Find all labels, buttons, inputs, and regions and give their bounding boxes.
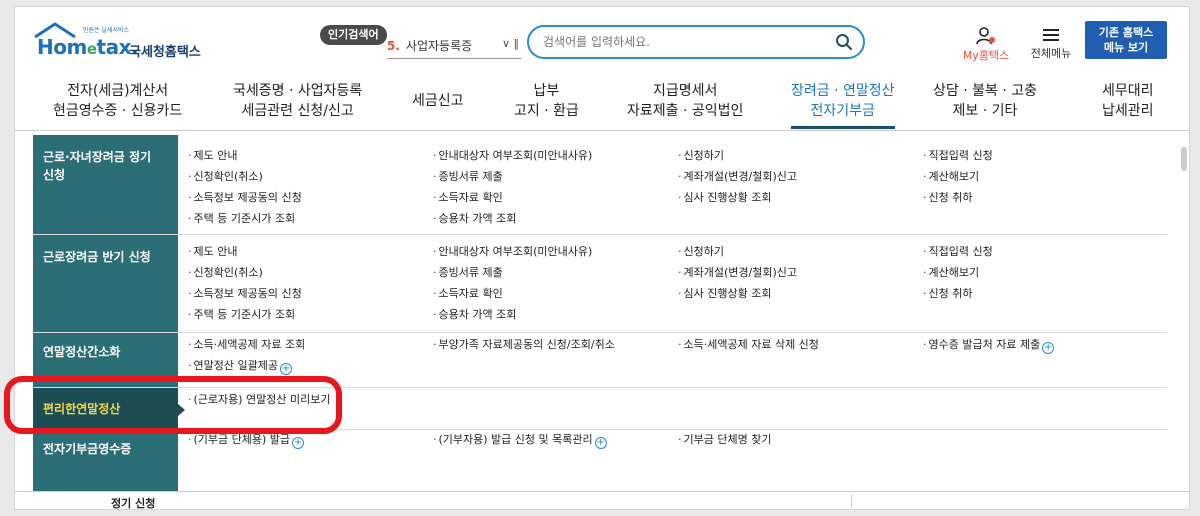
nav-item-payment-statement[interactable]: 지급명세서 자료제출 · 공익법인 (627, 81, 743, 121)
menu-link[interactable]: 제도 안내 (188, 242, 238, 262)
menu-link[interactable]: (기부자용) 발급 신청 및 목록관리+ (433, 430, 607, 450)
highlight-annotation (4, 376, 342, 434)
menu-link[interactable]: 계좌개설(변경/철회)신고 (678, 167, 798, 187)
row-cells: (기부금 단체용) 발급+ (기부자용) 발급 신청 및 목록관리+ 기부금 단… (178, 430, 1167, 492)
menu-link[interactable]: 신청확인(취소) (188, 167, 263, 187)
hometax-page: 민원은 날세서비스 Hometax. 국세청홈택스 인기검색어 5. 사업자등록증… (14, 6, 1190, 510)
all-menu-button[interactable]: 전체메뉴 (1025, 27, 1077, 61)
popular-search-badge: 인기검색어 (320, 25, 387, 45)
nav-item-incentive-year-end[interactable]: 장려금 · 연말정산 전자기부금 (791, 81, 895, 129)
row-heading[interactable]: 전자기부금영수증 (33, 430, 178, 492)
nav-item-e-invoice[interactable]: 전자(세금)계산서 현금영수증 · 신용카드 (53, 81, 182, 121)
nav-item-consultation[interactable]: 상담 · 불복 · 고충 제보 · 기타 (933, 81, 1037, 121)
my-hometax-button[interactable]: My홈택스 (959, 27, 1013, 63)
menu-link[interactable]: 계산해보기 (923, 167, 980, 187)
row-heading[interactable]: 근로·자녀장려금 정기 신청 (33, 135, 178, 234)
bottom-section-label: 정기 신청 (111, 497, 156, 510)
table-row: 근로장려금 반기 신청 제도 안내 신청확인(취소) 소득정보 제공동의 신청 … (33, 235, 1167, 333)
menu-link[interactable]: 직접입력 신청 (923, 242, 993, 262)
plus-circle-icon[interactable]: + (1042, 342, 1055, 354)
menu-link[interactable]: 소득자료 확인 (433, 284, 503, 304)
old-hometax-line1: 기존 홈택스 (1098, 26, 1154, 39)
menu-link[interactable]: 증빙서류 제출 (433, 167, 503, 187)
menu-link[interactable]: 직접입력 신청 (923, 146, 993, 166)
menu-link[interactable]: 계좌개설(변경/철회)신고 (678, 263, 798, 283)
my-hometax-label: My홈택스 (962, 49, 1010, 62)
rank-number: 5. (387, 39, 400, 53)
menu-link[interactable]: 소득·세액공제 자료 조회 (188, 335, 306, 355)
plus-circle-icon[interactable]: + (279, 363, 292, 375)
row-cells: 제도 안내 신청확인(취소) 소득정보 제공동의 신청 주택 등 기준시가 조회… (178, 235, 1167, 332)
submenu-table: 근로·자녀장려금 정기 신청 제도 안내 신청확인(취소) 소득정보 제공동의 … (33, 135, 1167, 492)
menu-link[interactable]: 증빙서류 제출 (433, 263, 503, 283)
scrollbar[interactable] (1181, 147, 1187, 171)
menu-link[interactable]: 주택 등 기준시가 조회 (188, 209, 296, 229)
bottom-bar: 정기 신청 (15, 491, 1189, 510)
menu-link[interactable]: 소득자료 확인 (433, 188, 503, 208)
menu-link[interactable]: 안내대상자 여부조회(미안내사유) (433, 242, 593, 262)
plus-circle-icon[interactable]: + (292, 437, 305, 449)
menu-link[interactable]: 기부금 단체명 찾기 (678, 430, 772, 450)
all-menu-label: 전체메뉴 (1030, 47, 1072, 60)
menu-link[interactable]: 신청하기 (678, 146, 724, 166)
main-nav: 전자(세금)계산서 현금영수증 · 신용카드 국세증명 · 사업자등록 세금관련 신… (15, 77, 1189, 131)
divider (851, 494, 852, 508)
logo-org-name: 국세청홈택스 (129, 45, 201, 60)
logo-tagline: 민원은 날세서비스 (83, 27, 130, 34)
nav-item-tax-agent[interactable]: 세무대리 납세관리 (1102, 81, 1154, 121)
search-input[interactable] (543, 33, 823, 51)
nav-item-payment[interactable]: 납부 고지 · 환급 (514, 81, 579, 121)
menu-link[interactable]: 연말정산 일괄제공+ (188, 356, 292, 376)
menu-link[interactable]: 부양가족 자료제공동의 신청/조회/취소 (433, 335, 615, 355)
hamburger-icon (1043, 29, 1059, 41)
menu-link[interactable]: 영수증 발급처 자료 제출+ (923, 335, 1055, 355)
user-icon (976, 27, 995, 45)
row-heading[interactable]: 근로장려금 반기 신청 (33, 235, 178, 332)
menu-link[interactable]: 계산해보기 (923, 263, 980, 283)
search-icon[interactable] (835, 33, 853, 51)
menu-link[interactable]: 소득·세액공제 자료 삭제 신청 (678, 335, 819, 355)
logo-wordmark: Hometax. (37, 35, 139, 59)
menu-link[interactable]: 소득정보 제공동의 신청 (188, 188, 302, 208)
old-hometax-menu-button[interactable]: 기존 홈택스 메뉴 보기 (1085, 21, 1167, 59)
row-cells: 제도 안내 신청확인(취소) 소득정보 제공동의 신청 주택 등 기준시가 조회… (178, 135, 1167, 234)
menu-link[interactable]: 심사 진행상황 조회 (678, 284, 772, 304)
rank-keyword[interactable]: 사업자등록증 (406, 39, 472, 53)
nav-item-certificates[interactable]: 국세증명 · 사업자등록 세금관련 신청/신고 (233, 81, 362, 121)
menu-link[interactable]: 심사 진행상황 조회 (678, 188, 772, 208)
menu-link[interactable]: 신청하기 (678, 242, 724, 262)
rank-toggle-icon[interactable]: ∨ ‖ (502, 37, 519, 50)
menu-link[interactable]: 제도 안내 (188, 146, 238, 166)
menu-link[interactable]: 신청 취하 (923, 188, 973, 208)
nav-item-tax-filing[interactable]: 세금신고 (412, 91, 464, 111)
table-row: 근로·자녀장려금 정기 신청 제도 안내 신청확인(취소) 소득정보 제공동의 … (33, 135, 1167, 235)
menu-link[interactable]: 신청확인(취소) (188, 263, 263, 283)
popular-search-rank[interactable]: 5. 사업자등록증 ∨ ‖ (387, 37, 521, 59)
menu-link[interactable]: 신청 취하 (923, 284, 973, 304)
menu-link[interactable]: 승용차 가액 조회 (433, 209, 517, 229)
search-box (527, 25, 865, 59)
table-row: 전자기부금영수증 (기부금 단체용) 발급+ (기부자용) 발급 신청 및 목록… (33, 430, 1167, 492)
plus-circle-icon[interactable]: + (594, 437, 607, 449)
menu-link[interactable]: 승용차 가액 조회 (433, 305, 517, 325)
menu-link[interactable]: 안내대상자 여부조회(미안내사유) (433, 146, 593, 166)
hometax-logo[interactable]: 민원은 날세서비스 Hometax. 국세청홈택스 (33, 21, 203, 61)
menu-link[interactable]: 소득정보 제공동의 신청 (188, 284, 302, 304)
old-hometax-line2: 메뉴 보기 (1103, 41, 1149, 54)
menu-link[interactable]: 주택 등 기준시가 조회 (188, 305, 296, 325)
